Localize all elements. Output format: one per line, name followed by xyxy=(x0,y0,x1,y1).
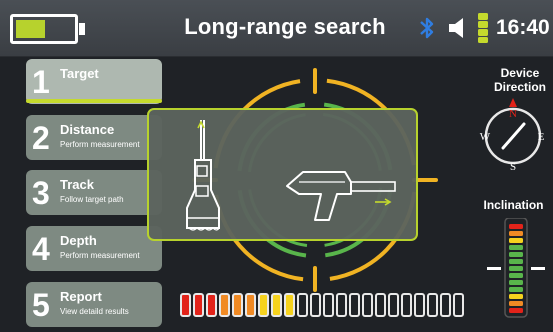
inclination-tick xyxy=(509,301,523,306)
inclination-label: Inclination xyxy=(483,198,544,212)
step-distance[interactable]: 2 Distance Perform measurement xyxy=(26,115,162,160)
step-sub: View detaild results xyxy=(60,307,129,316)
step-label: Track xyxy=(60,177,94,192)
clock: 16:40 xyxy=(496,16,550,39)
probe-upright-icon xyxy=(186,120,220,231)
meter-segment xyxy=(180,293,191,317)
inclination-tick xyxy=(509,259,523,264)
meter-segment xyxy=(414,293,425,317)
step-number: 4 xyxy=(32,231,50,267)
meter-segment xyxy=(310,293,321,317)
step-target[interactable]: 1 Target xyxy=(26,59,162,104)
compass-s: S xyxy=(510,161,516,173)
battery-icon xyxy=(10,14,85,44)
step-label: Depth xyxy=(60,233,97,248)
step-sub: Follow target path xyxy=(60,195,124,204)
compass: N E S W xyxy=(480,98,545,173)
inclination-tick xyxy=(509,224,523,229)
inclination-tick xyxy=(509,308,523,313)
bluetooth-icon[interactable] xyxy=(418,15,436,41)
meter-segment xyxy=(453,293,464,317)
device-direction-label: Device Direction xyxy=(493,66,546,94)
step-label: Report xyxy=(60,289,102,304)
inclination-gauge xyxy=(487,218,545,318)
meter-segment xyxy=(271,293,282,317)
speaker-icon[interactable] xyxy=(448,17,468,39)
page-title: Long-range search xyxy=(184,14,386,39)
compass-e: E xyxy=(538,131,545,143)
meter-segment xyxy=(336,293,347,317)
step-label: Distance xyxy=(60,122,115,137)
meter-segment xyxy=(323,293,334,317)
inclination-tick xyxy=(509,231,523,236)
compass-w: W xyxy=(480,131,491,143)
compass-needle xyxy=(501,122,526,150)
step-number: 1 xyxy=(32,64,50,100)
step-sub: Perform measurement xyxy=(60,140,140,149)
battery-level-fill xyxy=(16,20,45,38)
active-step-indicator xyxy=(26,99,162,103)
step-sub: Perform measurement xyxy=(60,251,140,260)
step-number: 3 xyxy=(32,175,50,211)
meter-segment xyxy=(206,293,217,317)
inclination-tick xyxy=(509,280,523,285)
probe-horizontal-icon xyxy=(286,171,396,221)
compass-n: N xyxy=(509,108,517,120)
top-bar: Long-range search 16:40 xyxy=(0,0,553,57)
signal-level-icon xyxy=(478,13,488,43)
meter-segment xyxy=(427,293,438,317)
device-orientation-popup[interactable] xyxy=(147,108,418,241)
meter-segment xyxy=(362,293,373,317)
step-number: 5 xyxy=(32,287,50,323)
meter-segment xyxy=(245,293,256,317)
meter-segment xyxy=(440,293,451,317)
meter-segment xyxy=(193,293,204,317)
step-track[interactable]: 3 Track Follow target path xyxy=(26,170,162,215)
device-illustration xyxy=(186,120,396,231)
meter-segment xyxy=(258,293,269,317)
inclination-tick xyxy=(509,238,523,243)
meter-segment xyxy=(375,293,386,317)
meter-segment xyxy=(284,293,295,317)
step-label: Target xyxy=(60,66,99,81)
meter-segment xyxy=(297,293,308,317)
step-depth[interactable]: 4 Depth Perform measurement xyxy=(26,226,162,271)
compass-north-marker xyxy=(509,98,517,107)
inclination-tick xyxy=(509,287,523,292)
meter-segment xyxy=(401,293,412,317)
meter-segment xyxy=(219,293,230,317)
inclination-tick xyxy=(509,294,523,299)
step-report[interactable]: 5 Report View detaild results xyxy=(26,282,162,327)
inclination-tick xyxy=(509,273,523,278)
meter-segment xyxy=(232,293,243,317)
step-number: 2 xyxy=(32,120,50,156)
meter-segment xyxy=(388,293,399,317)
inclination-tick xyxy=(509,252,523,257)
inclination-tick xyxy=(509,266,523,271)
inclination-tick xyxy=(509,245,523,250)
meter-segment xyxy=(349,293,360,317)
